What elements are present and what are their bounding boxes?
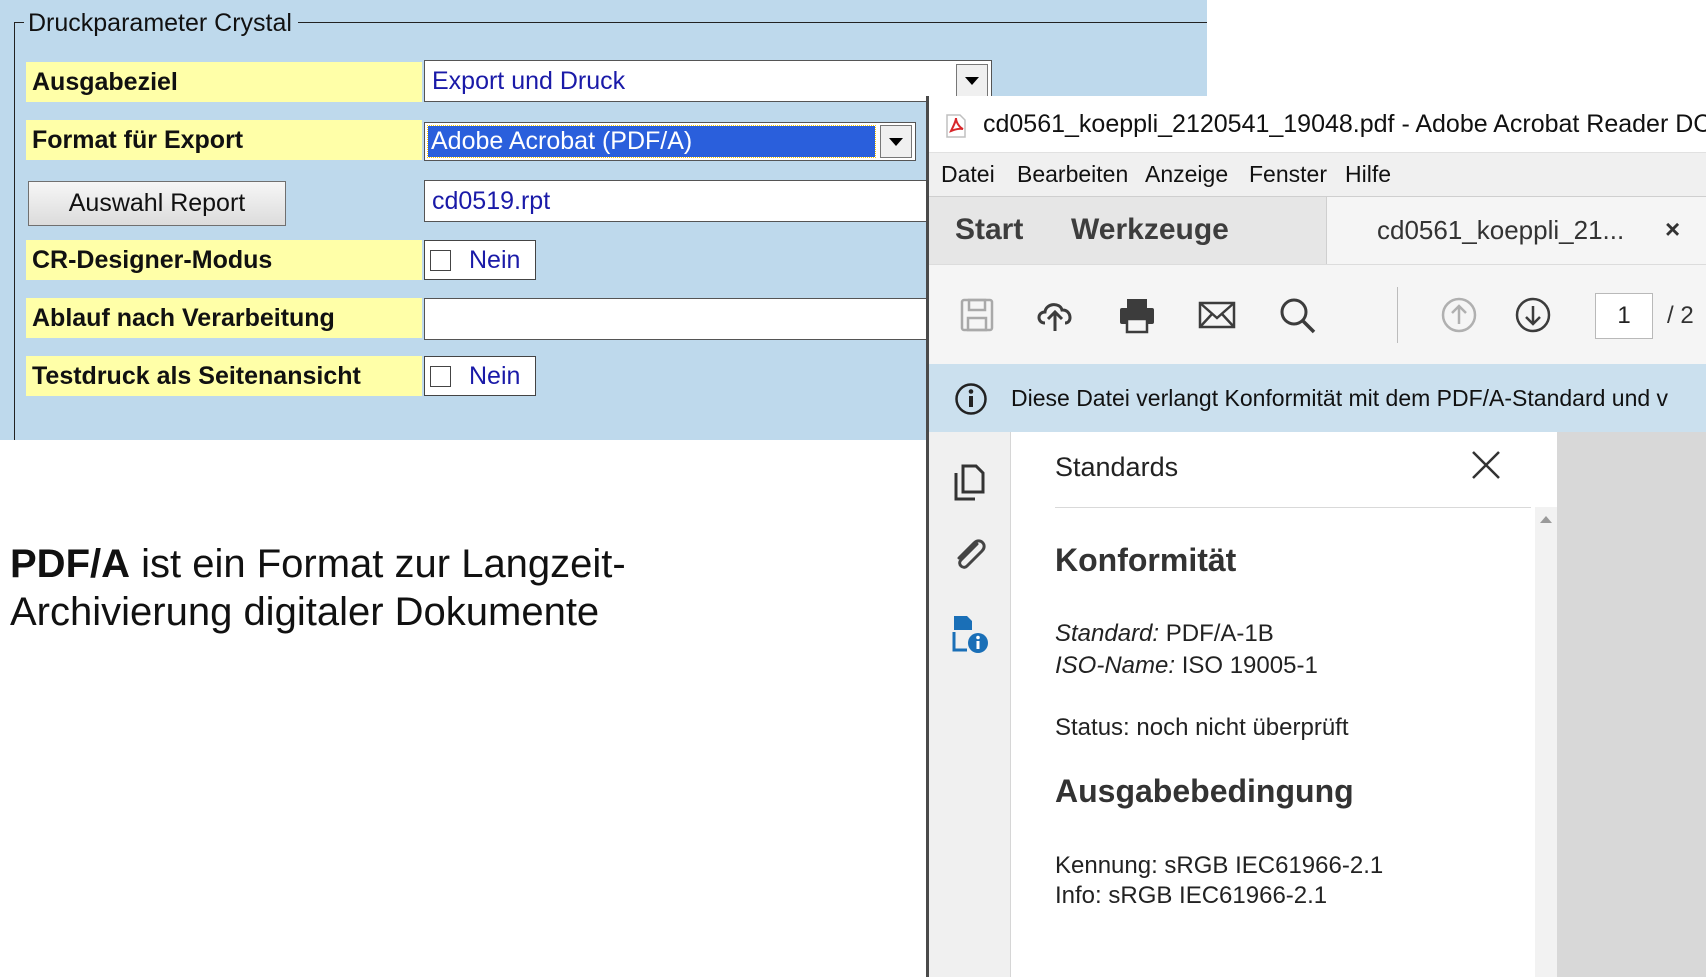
format-export-dropdown-button[interactable] (880, 125, 912, 158)
pages-thumbnail-icon[interactable] (943, 456, 995, 508)
pdfa-info-message: Diese Datei verlangt Konformität mit dem… (1011, 385, 1669, 411)
checkbox-box[interactable] (430, 250, 451, 271)
format-export-dropdown[interactable]: Adobe Acrobat (PDF/A) (424, 122, 916, 161)
ablauf-input[interactable] (424, 298, 944, 340)
save-icon[interactable] (953, 291, 1001, 339)
menu-bar: Datei Bearbeiten Anzeige Fenster Hilfe (929, 152, 1706, 197)
page-number-input[interactable]: 1 (1595, 293, 1653, 339)
status-line: Status: noch nicht überprüft (1055, 714, 1349, 741)
standard-value: PDF/A-1B (1159, 620, 1274, 647)
search-icon[interactable] (1273, 291, 1321, 339)
upload-cloud-icon[interactable] (1031, 291, 1079, 339)
ausgabeziel-value: Export und Druck (432, 67, 626, 95)
standards-panel-title: Standards (1055, 452, 1179, 482)
chevron-down-icon (965, 77, 979, 85)
attachments-paperclip-icon[interactable] (943, 530, 995, 582)
tab-document[interactable]: cd0561_koeppli_21... × (1326, 197, 1706, 265)
testdruck-checkbox-text: Nein (469, 362, 521, 390)
panel-scrollbar[interactable] (1535, 507, 1557, 977)
output-condition-heading: Ausgabebedingung (1055, 773, 1354, 809)
document-tab-title: cd0561_koeppli_21... (1377, 215, 1625, 245)
tab-bar: Start Werkzeuge cd0561_koeppli_21... × (929, 196, 1706, 265)
iso-name-line: ISO-Name: ISO 19005-1 (1055, 652, 1318, 680)
group-title: Druckparameter Crystal (24, 10, 298, 36)
iso-label: ISO-Name: (1055, 652, 1176, 679)
cr-designer-checkbox-text: Nein (469, 246, 521, 274)
chevron-down-icon (889, 137, 903, 146)
menu-hilfe[interactable]: Hilfe (1345, 153, 1391, 195)
print-icon[interactable] (1113, 291, 1161, 339)
cr-designer-label: CR-Designer-Modus (26, 240, 422, 280)
standards-panel: Standards Konformität Standard: PDF/A-1B… (1010, 432, 1557, 977)
ablauf-label: Ablauf nach Verarbeitung (26, 298, 422, 338)
info-line: Info: sRGB IEC61966-2.1 (1055, 882, 1328, 909)
tab-werkzeuge[interactable]: Werkzeuge (1071, 197, 1229, 263)
testdruck-label: Testdruck als Seitenansicht (26, 356, 422, 396)
menu-datei[interactable]: Datei (941, 153, 995, 195)
standard-label: Standard: (1055, 620, 1160, 647)
email-icon[interactable] (1193, 291, 1241, 339)
menu-anzeige[interactable]: Anzeige (1145, 153, 1228, 195)
menu-fenster[interactable]: Fenster (1249, 153, 1327, 195)
conformance-heading: Konformität (1055, 542, 1237, 578)
panel-divider (1055, 507, 1531, 508)
standard-line: Standard: PDF/A-1B (1055, 620, 1274, 648)
ausgabeziel-dropdown-button[interactable] (956, 64, 988, 98)
cr-designer-checkbox[interactable]: Nein (424, 240, 536, 280)
title-bar: cd0561_koeppli_2120541_19048.pdf - Adobe… (929, 96, 1706, 152)
menu-bearbeiten[interactable]: Bearbeiten (1017, 153, 1128, 195)
close-icon[interactable] (1465, 444, 1507, 486)
acrobat-reader-window: cd0561_koeppli_2120541_19048.pdf - Adobe… (926, 96, 1706, 977)
group-border-left (14, 22, 15, 440)
caption-text: PDF/A ist ein Format zur Langzeit- Archi… (10, 540, 890, 636)
caption-bold: PDF/A (10, 542, 130, 586)
info-icon (955, 383, 987, 415)
ausgabeziel-label: Ausgabeziel (26, 62, 422, 102)
document-page-area[interactable] (1557, 432, 1706, 977)
auswahl-report-button[interactable]: Auswahl Report (28, 181, 286, 226)
kennung-line: Kennung: sRGB IEC61966-2.1 (1055, 852, 1384, 879)
iso-value: ISO 19005-1 (1175, 652, 1318, 679)
window-title: cd0561_koeppli_2120541_19048.pdf - Adobe… (983, 110, 1706, 138)
toolbar: 1 / 2 (929, 264, 1706, 366)
pdf-logo-icon (943, 113, 969, 139)
pdfa-info-bar: Diese Datei verlangt Konformität mit dem… (929, 364, 1706, 432)
navigation-rail (929, 432, 1010, 977)
checkbox-box[interactable] (430, 366, 451, 387)
page-down-icon[interactable] (1509, 291, 1557, 339)
ausgabeziel-dropdown[interactable]: Export und Druck (424, 60, 992, 102)
toolbar-separator (1397, 287, 1398, 343)
report-file-field[interactable]: cd0519.rpt (424, 180, 944, 222)
tab-start[interactable]: Start (955, 197, 1023, 263)
testdruck-checkbox[interactable]: Nein (424, 356, 536, 396)
format-export-label: Format für Export (26, 120, 422, 160)
format-export-value: Adobe Acrobat (PDF/A) (427, 125, 876, 158)
scroll-up-icon[interactable] (1540, 516, 1552, 523)
close-icon[interactable]: × (1665, 197, 1680, 261)
page-up-icon[interactable] (1435, 291, 1483, 339)
page-total: / 2 (1667, 302, 1694, 329)
caption-line2: Archivierung digitaler Dokumente (10, 590, 600, 634)
caption-line1: ist ein Format zur Langzeit- (130, 542, 626, 586)
standards-info-icon[interactable] (943, 608, 995, 660)
